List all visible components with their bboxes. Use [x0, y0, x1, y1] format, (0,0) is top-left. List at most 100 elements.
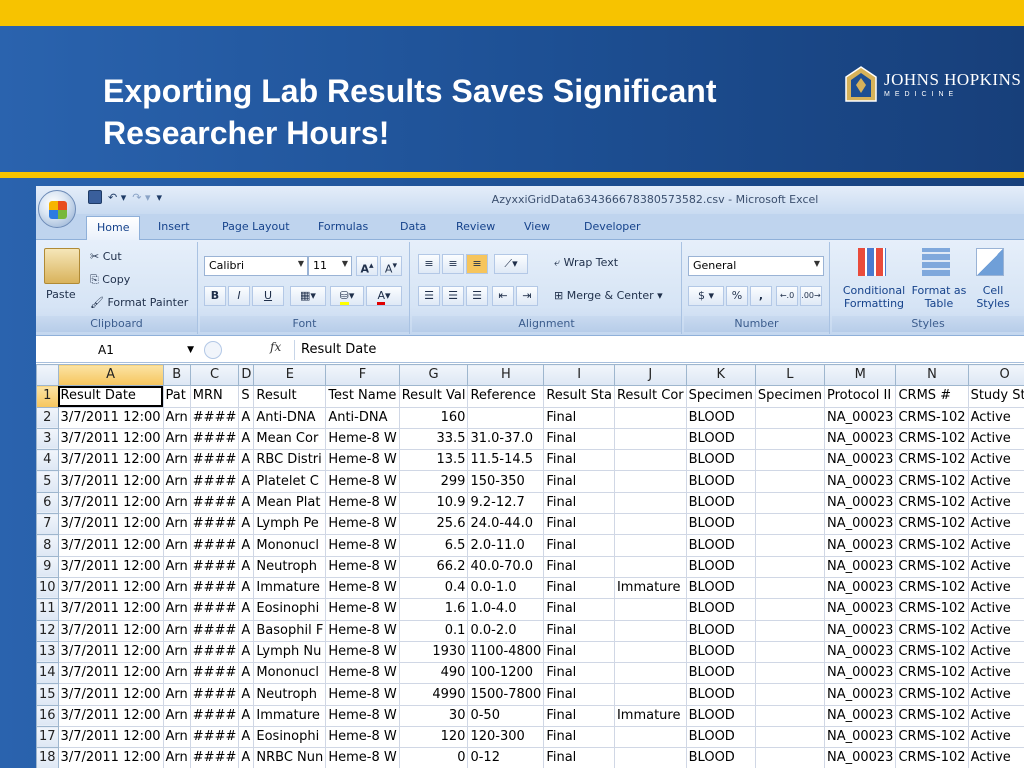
cell[interactable]: [613, 598, 687, 621]
row-header[interactable]: 12: [36, 619, 59, 642]
column-header[interactable]: D: [238, 364, 255, 387]
cell[interactable]: [613, 513, 687, 536]
align-top-icon[interactable]: ≡: [418, 254, 440, 274]
cell[interactable]: 3/7/2011 12:00: [57, 576, 164, 600]
cell[interactable]: Arn: [162, 619, 191, 642]
cell[interactable]: CRMS-102: [895, 683, 969, 706]
cell[interactable]: NA_00023: [823, 704, 897, 728]
cell[interactable]: Active: [967, 555, 1024, 578]
shrink-font-button[interactable]: A▾: [380, 256, 402, 276]
column-header[interactable]: E: [253, 364, 327, 387]
cell[interactable]: [754, 534, 825, 557]
increase-decimal-icon[interactable]: ←.0: [776, 286, 798, 306]
cell[interactable]: 0: [398, 747, 469, 768]
cell[interactable]: A: [238, 640, 255, 664]
cell[interactable]: Arn: [162, 406, 191, 429]
cell[interactable]: BLOOD: [685, 534, 756, 557]
cell[interactable]: [613, 747, 687, 768]
column-header[interactable]: G: [398, 364, 469, 387]
cell[interactable]: Heme-8 W: [325, 683, 400, 706]
cell[interactable]: NA_00023: [823, 598, 897, 621]
cell[interactable]: [754, 576, 825, 600]
column-header[interactable]: A: [57, 364, 164, 387]
cell[interactable]: 4990: [398, 683, 469, 706]
cell[interactable]: Heme-8 W: [325, 726, 400, 749]
cell[interactable]: NA_00023: [823, 513, 897, 536]
cell[interactable]: Heme-8 W: [325, 619, 400, 642]
cell[interactable]: Heme-8 W: [325, 534, 400, 557]
cell[interactable]: ####: [189, 555, 240, 578]
cell[interactable]: Final: [543, 747, 615, 768]
cell[interactable]: [754, 555, 825, 578]
insert-function-icon[interactable]: fx: [270, 340, 281, 354]
cell[interactable]: BLOOD: [685, 662, 756, 685]
cell[interactable]: ####: [189, 683, 240, 706]
tab-data[interactable]: Data: [392, 218, 434, 235]
cell[interactable]: Final: [543, 555, 615, 578]
cell[interactable]: CRMS #: [895, 385, 969, 408]
cell[interactable]: Arn: [162, 427, 191, 451]
cell[interactable]: Lymph Pe: [253, 513, 327, 536]
cell[interactable]: Arn: [162, 662, 191, 685]
cell[interactable]: Result: [253, 385, 327, 408]
cell[interactable]: A: [238, 470, 255, 493]
cell[interactable]: Final: [543, 513, 615, 536]
cell[interactable]: A: [238, 747, 255, 768]
cell[interactable]: Active: [967, 662, 1024, 685]
cell[interactable]: A: [238, 427, 255, 451]
column-header[interactable]: I: [543, 364, 615, 387]
cell[interactable]: 10.9: [398, 491, 469, 515]
cell[interactable]: BLOOD: [685, 513, 756, 536]
cell[interactable]: 3/7/2011 12:00: [57, 449, 164, 472]
cell[interactable]: 3/7/2011 12:00: [57, 619, 164, 642]
cell[interactable]: NA_00023: [823, 534, 897, 557]
cell[interactable]: Heme-8 W: [325, 513, 400, 536]
row-header[interactable]: 3: [36, 427, 59, 451]
cell[interactable]: ####: [189, 619, 240, 642]
column-header[interactable]: F: [325, 364, 400, 387]
cell[interactable]: A: [238, 406, 255, 429]
cell[interactable]: ####: [189, 427, 240, 451]
cell[interactable]: Neutroph: [253, 555, 327, 578]
cell[interactable]: Final: [543, 683, 615, 706]
align-right-icon[interactable]: ☰: [466, 286, 488, 306]
cell[interactable]: A: [238, 491, 255, 515]
cell[interactable]: [754, 747, 825, 768]
cell[interactable]: 3/7/2011 12:00: [57, 406, 164, 429]
cell[interactable]: A: [238, 598, 255, 621]
cell[interactable]: Pat: [162, 385, 191, 408]
cell[interactable]: [754, 619, 825, 642]
underline-button[interactable]: U: [252, 286, 284, 306]
cell[interactable]: Eosinophi: [253, 598, 327, 621]
tab-review[interactable]: Review: [448, 218, 503, 235]
column-header[interactable]: H: [467, 364, 545, 387]
cell[interactable]: NA_00023: [823, 747, 897, 768]
cut-button[interactable]: ✂ Cut: [90, 250, 122, 263]
percent-button[interactable]: %: [726, 286, 748, 306]
cell[interactable]: Final: [543, 619, 615, 642]
cell[interactable]: [754, 427, 825, 451]
cell[interactable]: Specimen: [685, 385, 756, 408]
cell[interactable]: 3/7/2011 12:00: [57, 598, 164, 621]
cell[interactable]: ####: [189, 726, 240, 749]
cell[interactable]: Final: [543, 640, 615, 664]
cell[interactable]: Immature: [253, 704, 327, 728]
cell[interactable]: Result Val: [398, 385, 469, 408]
cell[interactable]: 0-12: [467, 747, 545, 768]
cell[interactable]: [754, 640, 825, 664]
select-all-corner[interactable]: [36, 364, 59, 387]
cell[interactable]: Final: [543, 534, 615, 557]
cell[interactable]: CRMS-102: [895, 598, 969, 621]
cell[interactable]: BLOOD: [685, 491, 756, 515]
cell[interactable]: CRMS-102: [895, 619, 969, 642]
cell[interactable]: 13.5: [398, 449, 469, 472]
row-header[interactable]: 4: [36, 449, 59, 472]
cell[interactable]: Immature: [613, 704, 687, 728]
cell[interactable]: Final: [543, 427, 615, 451]
cell[interactable]: [754, 406, 825, 429]
cell[interactable]: Active: [967, 513, 1024, 536]
cell[interactable]: 490: [398, 662, 469, 685]
row-header[interactable]: 8: [36, 534, 59, 557]
cell[interactable]: NA_00023: [823, 555, 897, 578]
cell[interactable]: [613, 726, 687, 749]
